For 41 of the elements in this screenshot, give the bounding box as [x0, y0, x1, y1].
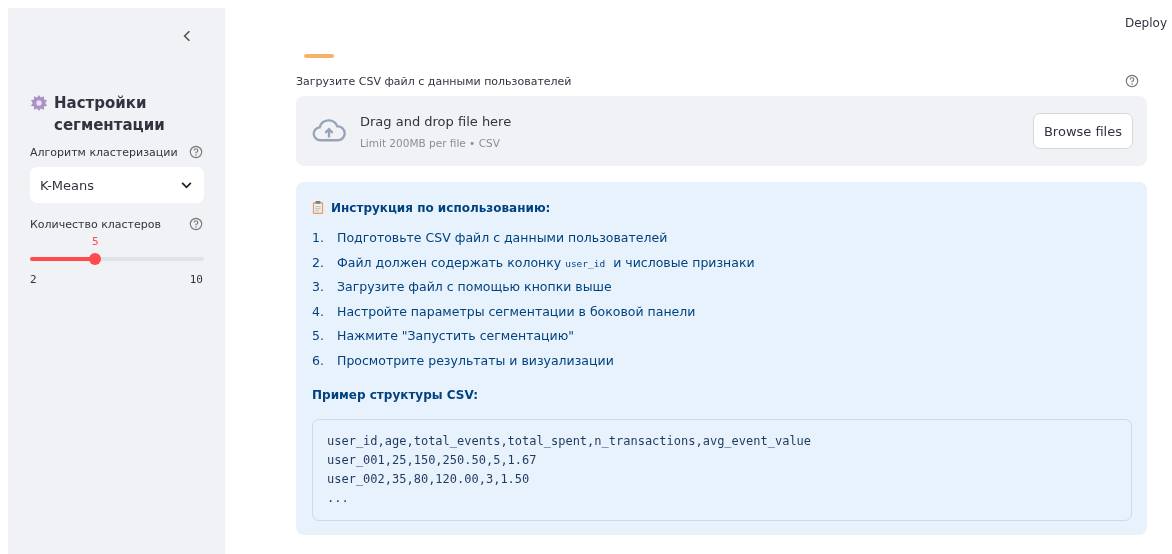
upload-limit: Limit 200MB per file • CSV: [360, 136, 501, 149]
clipboard-icon: [312, 200, 324, 215]
chevron-down-icon: [181, 181, 192, 189]
slider-max: 10: [189, 273, 203, 286]
drop-instruction: Drag and drop file here: [360, 113, 513, 129]
deploy-button[interactable]: Deploy: [1124, 16, 1167, 30]
file-dropzone[interactable]: Drag and drop file here Limit 200MB per file • CSV Browse files: [296, 96, 1147, 166]
code-line: user_002,35,80,120.00,3,1.50: [327, 470, 531, 488]
code-line: ...: [327, 489, 350, 507]
sidebar-heading: Настройки сегментации: [54, 93, 166, 136]
step-number: 5.: [312, 327, 325, 345]
step-number: 1.: [312, 229, 325, 247]
example-heading: Пример структуры CSV:: [312, 387, 479, 402]
step-number: 3.: [312, 278, 325, 296]
algorithm-select[interactable]: K-Means: [30, 167, 204, 203]
step-text: Подготовьте CSV файл с данными пользователей: [337, 229, 668, 247]
instructions-heading: Инструкция по использованию:: [331, 200, 551, 215]
gear-icon: [30, 94, 48, 112]
code-line: user_001,25,150,250.50,5,1.67: [327, 451, 538, 469]
slider-min: 2: [30, 273, 37, 286]
collapse-icon[interactable]: [183, 30, 191, 42]
cloud-upload-icon: [312, 119, 346, 143]
help-icon[interactable]: [1125, 74, 1139, 88]
browse-files-button[interactable]: Browse files: [1032, 113, 1133, 149]
slider-thumb[interactable]: [89, 253, 102, 265]
step-number: 4.: [312, 302, 325, 321]
clusters-label: Количество кластеров: [30, 217, 161, 231]
title-emoji-fragment: [304, 54, 334, 58]
upload-label: Загрузите CSV файл с данными пользователей: [296, 74, 572, 88]
help-icon[interactable]: [189, 145, 203, 159]
slider-value: 5: [91, 235, 99, 248]
step-text: Настройте параметры сегментации в боковой панели: [337, 302, 696, 321]
step-text: Файл должен содержать колонку user_id и числовые признаки: [337, 253, 755, 272]
algorithm-label: Алгоритм кластеризации: [30, 145, 178, 159]
step-text: Нажмите "Запустить сегментацию": [337, 327, 574, 345]
code-line: user_id,age,total_events,total_spent,n_transactions,avg_event_value: [327, 432, 813, 450]
help-icon[interactable]: [189, 217, 203, 231]
step-text: Загрузите файл с помощью кнопки выше: [337, 278, 612, 296]
step-number: 2.: [312, 253, 325, 272]
step-text: Просмотрите результаты и визуализации: [337, 351, 614, 370]
step-number: 6.: [312, 351, 325, 370]
